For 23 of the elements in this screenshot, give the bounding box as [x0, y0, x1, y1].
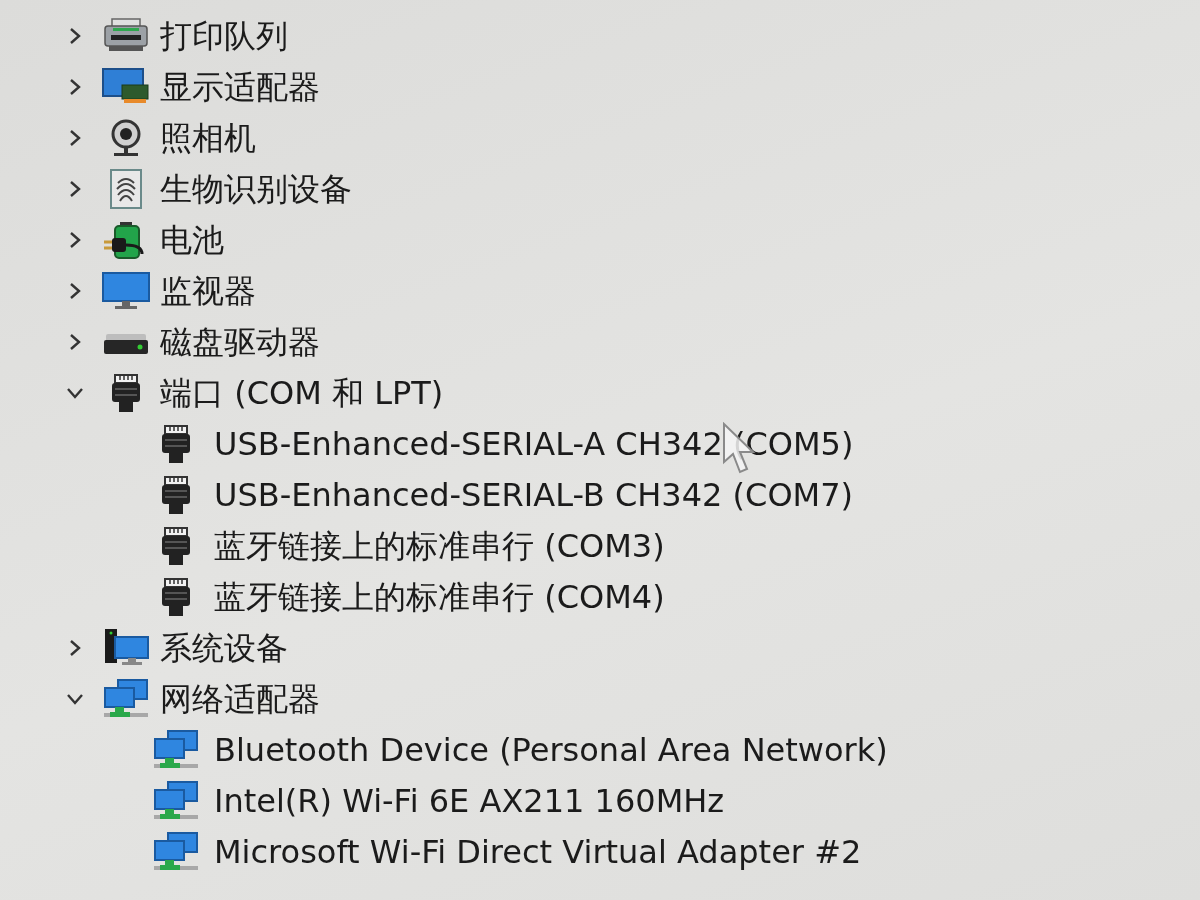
network-icon — [152, 729, 200, 770]
category-label[interactable]: 磁盘驱动器 — [160, 320, 320, 363]
category-label[interactable]: 网络适配器 — [160, 677, 320, 720]
device-label[interactable]: USB-Enhanced-SERIAL-A CH342 (COM5) — [214, 422, 854, 465]
monitor-icon — [102, 270, 150, 311]
category-label[interactable]: 生物识别设备 — [160, 167, 352, 210]
network-icon — [152, 780, 200, 821]
category-label[interactable]: 照相机 — [160, 116, 256, 159]
network-icon — [152, 831, 200, 872]
category-label[interactable]: 系统设备 — [160, 626, 288, 669]
device-label[interactable]: 蓝牙链接上的标准串行 (COM4) — [214, 575, 665, 618]
device-label[interactable]: 蓝牙链接上的标准串行 (COM3) — [214, 524, 665, 567]
device-label[interactable]: Bluetooth Device (Personal Area Network) — [214, 728, 888, 771]
category-label[interactable]: 端口 (COM 和 LPT) — [160, 371, 444, 414]
category-label[interactable]: 打印队列 — [160, 14, 288, 57]
category-label[interactable]: 监视器 — [160, 269, 256, 312]
device-label[interactable]: Intel(R) Wi-Fi 6E AX211 160MHz — [214, 779, 725, 822]
category-label[interactable]: 电池 — [160, 218, 224, 261]
category-label[interactable]: 显示适配器 — [160, 65, 320, 108]
network-icon — [102, 678, 150, 719]
computer-icon — [102, 627, 150, 668]
device-label[interactable]: Microsoft Wi-Fi Direct Virtual Adapter #2 — [214, 830, 862, 873]
device-label[interactable]: USB-Enhanced-SERIAL-B CH342 (COM7) — [214, 473, 854, 516]
